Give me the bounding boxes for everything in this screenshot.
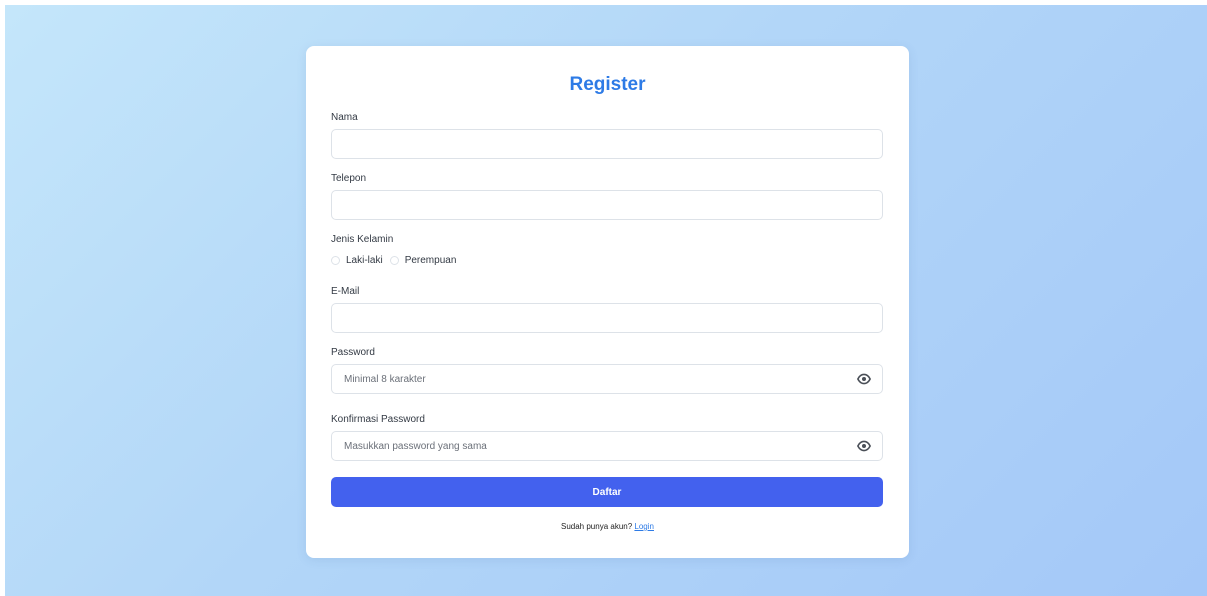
laki-laki-radio[interactable] — [331, 255, 340, 265]
confirm-password-label: Konfirmasi Password — [331, 414, 425, 425]
perempuan-radio[interactable] — [389, 255, 399, 265]
email-label: E-Mail — [331, 286, 360, 297]
register-card: Register Nama Telepon Jenis Kelamin Laki… — [306, 46, 909, 558]
password-input[interactable] — [331, 364, 883, 394]
nama-label: Nama — [331, 112, 358, 123]
eye-icon[interactable] — [857, 372, 871, 386]
gender-label: Jenis Kelamin — [331, 234, 394, 245]
login-link[interactable]: Login — [634, 522, 654, 531]
eye-icon[interactable] — [857, 439, 871, 453]
password-label: Password — [331, 347, 375, 358]
telepon-input[interactable] — [331, 190, 883, 220]
page-title: Register — [569, 74, 646, 95]
perempuan-label: Perempuan — [404, 254, 457, 266]
confirm-password-input[interactable] — [331, 431, 883, 461]
nama-input[interactable] — [331, 129, 883, 159]
gender-radio-group: Laki-laki Perempuan — [331, 253, 463, 267]
laki-laki-label: Laki-laki — [346, 254, 383, 266]
telepon-label: Telepon — [331, 173, 367, 184]
email-input[interactable] — [331, 303, 883, 333]
daftar-button[interactable]: Daftar — [331, 477, 883, 507]
gender-option-laki-laki[interactable]: Laki-laki — [331, 255, 383, 266]
login-prompt-text: Sudah punya akun? — [561, 522, 633, 531]
login-prompt: Sudah punya akun? Login — [306, 522, 909, 531]
gender-option-perempuan[interactable]: Perempuan — [389, 254, 457, 266]
